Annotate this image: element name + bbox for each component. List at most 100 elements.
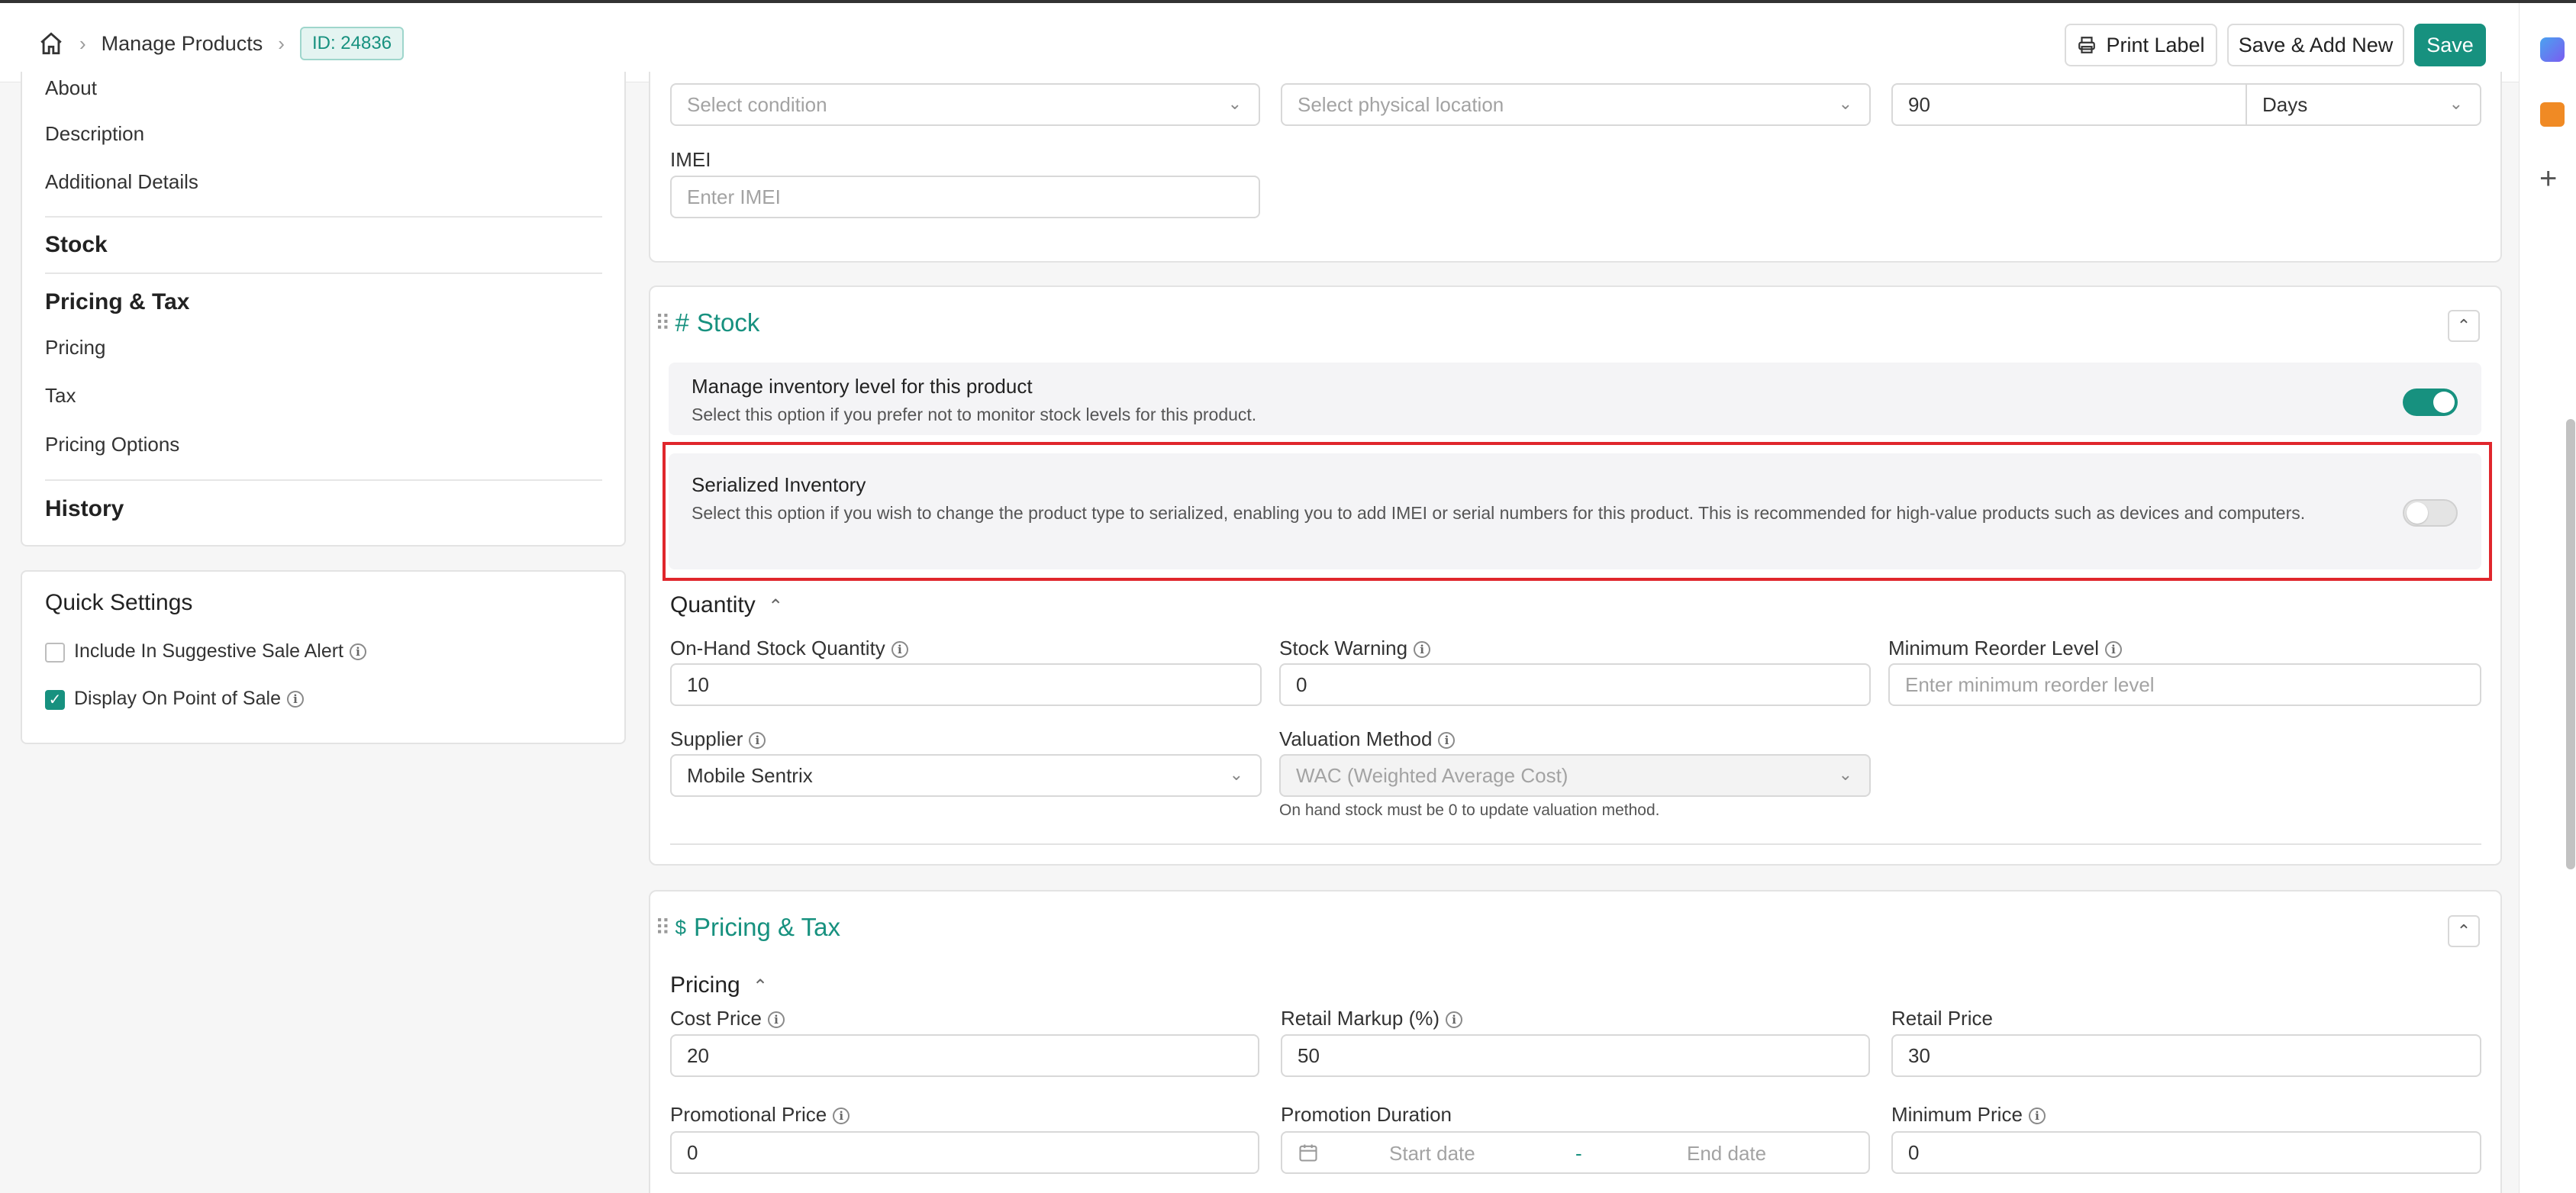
manage-inventory-desc: Select this option if you prefer not to … — [692, 405, 1257, 424]
cost-price-input[interactable]: 20 — [670, 1034, 1259, 1077]
hash-icon: # — [675, 308, 689, 337]
scrollbar-thumb[interactable] — [2566, 419, 2575, 869]
drag-handle-icon[interactable]: ⠿ — [655, 311, 670, 336]
info-icon[interactable]: i — [1414, 641, 1431, 659]
imei-label: IMEI — [670, 148, 711, 171]
collapse-pricing-tax-button[interactable]: ⌃ — [2448, 915, 2480, 947]
info-icon[interactable]: i — [891, 641, 908, 659]
breadcrumb-manage-products[interactable]: Manage Products — [102, 32, 263, 56]
chevron-right-icon: › — [79, 31, 86, 55]
printer-icon — [2078, 37, 2096, 53]
chevron-down-icon: ⌄ — [1838, 765, 1852, 784]
info-icon[interactable]: i — [749, 732, 766, 750]
info-icon[interactable]: i — [350, 643, 367, 661]
manage-inventory-option: Manage inventory level for this product … — [669, 363, 2481, 435]
promo-price-input[interactable]: 0 — [670, 1131, 1259, 1174]
retail-price-label: Retail Price — [1891, 1007, 1993, 1030]
valuation-label: Valuation Method i — [1279, 727, 1456, 751]
collapse-stock-button[interactable]: ⌃ — [2448, 310, 2480, 342]
drag-handle-icon[interactable]: ⠿ — [655, 915, 670, 940]
end-date-placeholder[interactable]: End date — [1687, 1142, 1766, 1166]
min-reorder-input[interactable]: Enter minimum reorder level — [1888, 663, 2481, 706]
warranty-unit-select[interactable]: Days ⌄ — [2246, 83, 2481, 126]
info-icon[interactable]: i — [1438, 732, 1456, 750]
valuation-note: On hand stock must be 0 to update valuat… — [1279, 801, 1660, 819]
nav-pricing[interactable]: Pricing — [45, 336, 105, 360]
display-on-pos-checkbox[interactable]: ✓ — [45, 690, 65, 710]
chevron-down-icon: ⌄ — [1227, 94, 1242, 113]
top-bar: › Manage Products › ID: 24836 Print Labe… — [0, 3, 2519, 82]
info-icon[interactable]: i — [2104, 641, 2122, 659]
stock-title-text: Stock — [696, 308, 760, 337]
min-price-input[interactable]: 0 — [1891, 1131, 2481, 1174]
chevron-down-icon: ⌄ — [1229, 765, 1243, 784]
promo-duration-label: Promotion Duration — [1281, 1103, 1452, 1126]
nav-additional-details[interactable]: Additional Details — [45, 170, 198, 194]
promo-price-label: Promotional Price i — [670, 1103, 850, 1127]
print-label-text: Print Label — [2106, 33, 2205, 56]
valuation-value: WAC (Weighted Average Cost) — [1296, 763, 1568, 787]
on-hand-quantity-input[interactable]: 10 — [670, 663, 1262, 706]
promo-duration-range[interactable]: Start date - End date — [1281, 1131, 1870, 1174]
nav-stock[interactable]: Stock — [45, 232, 108, 258]
save-button[interactable]: Save — [2414, 24, 2486, 66]
breadcrumb: › Manage Products › ID: 24836 — [38, 26, 405, 61]
chevron-up-icon: ⌃ — [753, 976, 769, 997]
warranty-duration-input[interactable]: 90 — [1891, 83, 2247, 126]
stock-warning-label: Stock Warning i — [1279, 637, 1431, 660]
info-icon[interactable]: i — [767, 1011, 785, 1029]
physical-location-select[interactable]: Select physical location ⌄ — [1281, 83, 1871, 126]
min-price-label: Minimum Price i — [1891, 1103, 2046, 1127]
info-icon[interactable]: i — [286, 691, 304, 708]
manage-inventory-toggle[interactable] — [2403, 389, 2458, 416]
info-icon[interactable]: i — [2028, 1108, 2046, 1125]
calendar-icon — [1299, 1144, 1317, 1162]
nav-history[interactable]: History — [45, 496, 124, 522]
retail-price-input[interactable]: 30 — [1891, 1034, 2481, 1077]
divider — [670, 843, 2481, 845]
start-date-placeholder[interactable]: Start date — [1389, 1142, 1475, 1166]
chevron-down-icon: ⌄ — [1838, 94, 1852, 113]
save-add-new-button[interactable]: Save & Add New — [2227, 24, 2404, 66]
nav-description[interactable]: Description — [45, 122, 144, 146]
stock-warning-input[interactable]: 0 — [1279, 663, 1871, 706]
info-icon[interactable]: i — [1446, 1011, 1463, 1029]
home-icon[interactable] — [38, 31, 64, 56]
chevron-up-icon: ⌃ — [768, 596, 784, 617]
quantity-subsection[interactable]: Quantity ⌃ — [670, 592, 783, 618]
chevron-up-icon: ⌃ — [2456, 921, 2471, 940]
add-icon[interactable]: + — [2539, 163, 2557, 194]
nav-tax[interactable]: Tax — [45, 384, 76, 408]
condition-select[interactable]: Select condition ⌄ — [670, 83, 1260, 126]
nav-pricing-options[interactable]: Pricing Options — [45, 433, 179, 456]
divider — [45, 479, 602, 481]
suggestive-sale-checkbox[interactable] — [45, 643, 65, 663]
manage-inventory-title: Manage inventory level for this product — [692, 375, 1033, 398]
product-id-badge: ID: 24836 — [299, 27, 405, 60]
divider — [45, 272, 602, 274]
nav-pricing-tax[interactable]: Pricing & Tax — [45, 289, 190, 315]
chevron-right-icon: › — [278, 31, 285, 55]
on-hand-label: On-Hand Stock Quantity i — [670, 637, 908, 660]
divider — [45, 216, 602, 218]
notes-app-icon[interactable] — [2540, 102, 2565, 127]
retail-markup-input[interactable]: 50 — [1281, 1034, 1870, 1077]
imei-input[interactable]: Enter IMEI — [670, 176, 1260, 218]
info-icon[interactable]: i — [833, 1108, 850, 1125]
min-reorder-label: Minimum Reorder Level i — [1888, 637, 2122, 660]
nav-about[interactable]: About — [45, 76, 97, 100]
supplier-select[interactable]: Mobile Sentrix ⌄ — [670, 754, 1262, 797]
section-nav: About Description Additional Details Sto… — [21, 72, 626, 547]
assistant-app-icon[interactable] — [2540, 37, 2565, 62]
pricing-tax-section-title: ⠿ $ Pricing & Tax — [655, 913, 840, 942]
print-label-button[interactable]: Print Label — [2065, 24, 2217, 66]
display-on-pos-label: Display On Point of Sale i — [74, 688, 304, 710]
date-separator: - — [1575, 1142, 1582, 1165]
supplier-value: Mobile Sentrix — [687, 763, 813, 787]
pricing-title: Pricing — [670, 972, 740, 998]
quantity-title: Quantity — [670, 592, 756, 617]
chevron-down-icon: ⌄ — [2449, 94, 2463, 113]
pricing-subsection[interactable]: Pricing ⌃ — [670, 972, 768, 998]
chevron-up-icon: ⌃ — [2456, 316, 2471, 335]
stock-section-title: ⠿ # Stock — [655, 308, 759, 337]
